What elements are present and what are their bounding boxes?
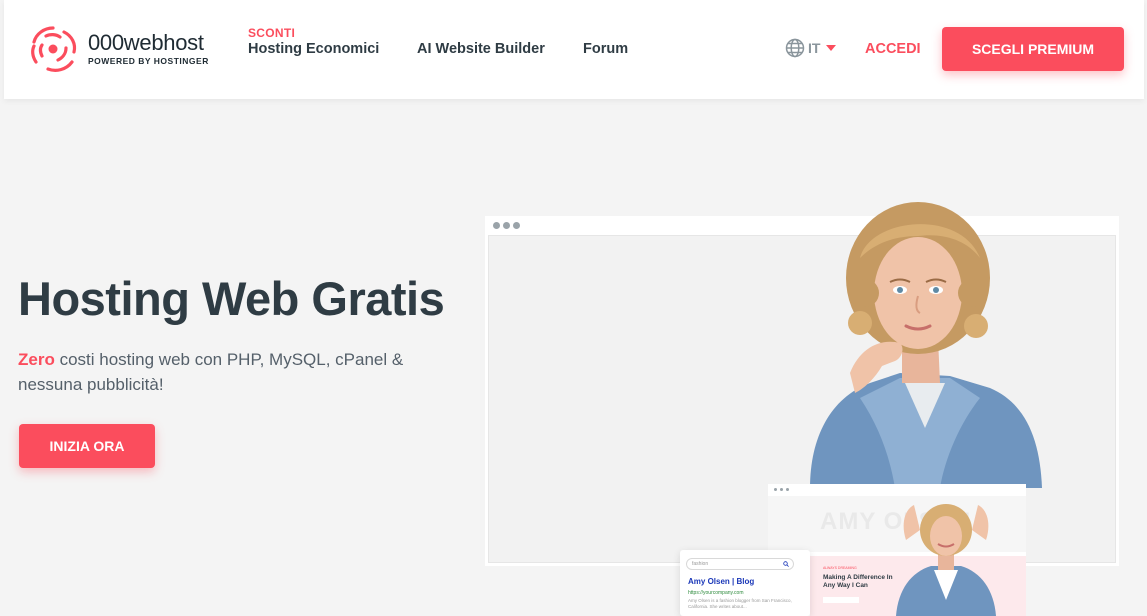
search-result-card: fashion Amy Olsen | Blog https://yourcom…: [680, 550, 810, 616]
hero-title: Hosting Web Gratis: [18, 272, 445, 325]
login-link[interactable]: ACCEDI: [865, 41, 921, 57]
caret-down-icon: [826, 45, 837, 51]
window-dot-icon: [780, 487, 783, 491]
nav-hosting-economici[interactable]: Hosting Economici: [248, 41, 379, 57]
logo[interactable]: 000webhost POWERED BY HOSTINGER: [24, 22, 209, 76]
window-dot-icon: [774, 487, 777, 491]
mini-site-person-image: [896, 504, 996, 616]
mini-site-kicker: ALWAYS DREAMING: [823, 566, 857, 570]
search-result-url: https://yourcompany.com: [688, 590, 744, 596]
hero-person-image: [810, 202, 1042, 488]
logo-name: 000webhost: [88, 30, 204, 55]
logo-tagline: POWERED BY HOSTINGER: [88, 56, 209, 66]
window-dot-icon: [786, 487, 789, 491]
window-dot-icon: [503, 222, 510, 229]
mini-site-button: [823, 597, 859, 603]
hero-subtitle: Zero costi hosting web con PHP, MySQL, c…: [18, 347, 448, 397]
mini-search-query: fashion: [692, 561, 709, 567]
search-result-description: Amy Olsen is a fashion blogger from San …: [688, 598, 792, 609]
hero-subtitle-highlight: Zero: [18, 350, 55, 369]
hero-subtitle-text: costi hosting web con PHP, MySQL, cPanel…: [18, 350, 404, 394]
choose-premium-button[interactable]: SCEGLI PREMIUM: [942, 27, 1124, 71]
nav-ai-website-builder[interactable]: AI Website Builder: [417, 41, 545, 57]
mini-search-input: fashion: [686, 558, 794, 570]
site-header: 000webhost POWERED BY HOSTINGER SCONTI H…: [4, 0, 1144, 99]
start-now-button[interactable]: INIZIA ORA: [19, 424, 155, 468]
nav-forum[interactable]: Forum: [583, 41, 628, 57]
globe-icon: [785, 38, 805, 58]
logo-mark-icon: [31, 26, 77, 72]
language-selector[interactable]: IT: [785, 38, 837, 58]
search-icon: [783, 561, 789, 567]
language-code: IT: [808, 40, 821, 56]
search-result-title: Amy Olsen | Blog: [688, 577, 755, 586]
nav-sconti-label: SCONTI: [248, 26, 296, 40]
window-dot-icon: [493, 222, 500, 229]
window-dot-icon: [513, 222, 520, 229]
